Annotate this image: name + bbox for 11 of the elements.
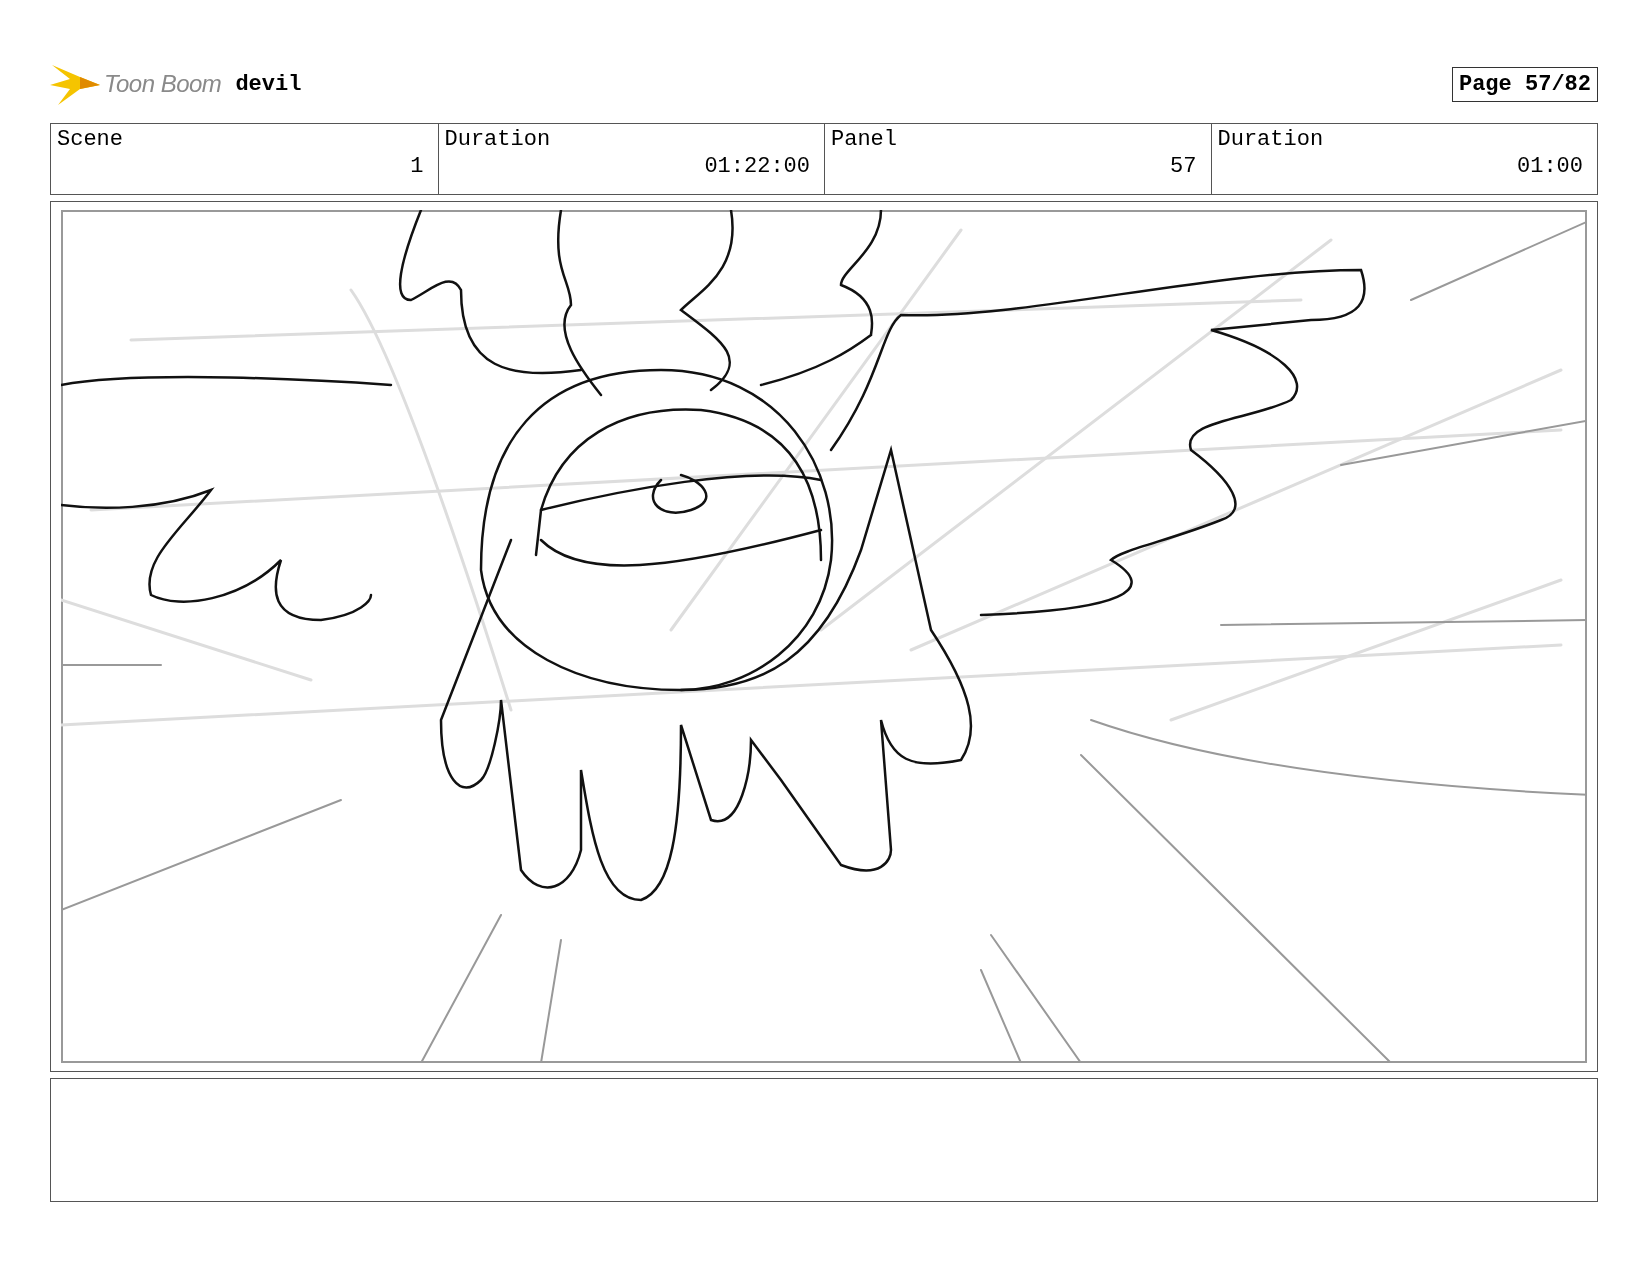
field-label: Duration — [1217, 127, 1325, 152]
field-value: 01:22:00 — [704, 154, 810, 179]
field-value: 01:00 — [1517, 154, 1583, 179]
storyboard-title: devil — [235, 71, 302, 97]
field-value: 57 — [1170, 154, 1197, 179]
page-number: Page 57/82 — [1451, 66, 1598, 102]
field-label: Duration — [444, 127, 552, 152]
field-value: 1 — [410, 154, 424, 179]
field-label: Scene — [57, 127, 124, 152]
logo-text: Toon Boom — [104, 70, 222, 98]
field-label: Panel — [831, 127, 898, 152]
